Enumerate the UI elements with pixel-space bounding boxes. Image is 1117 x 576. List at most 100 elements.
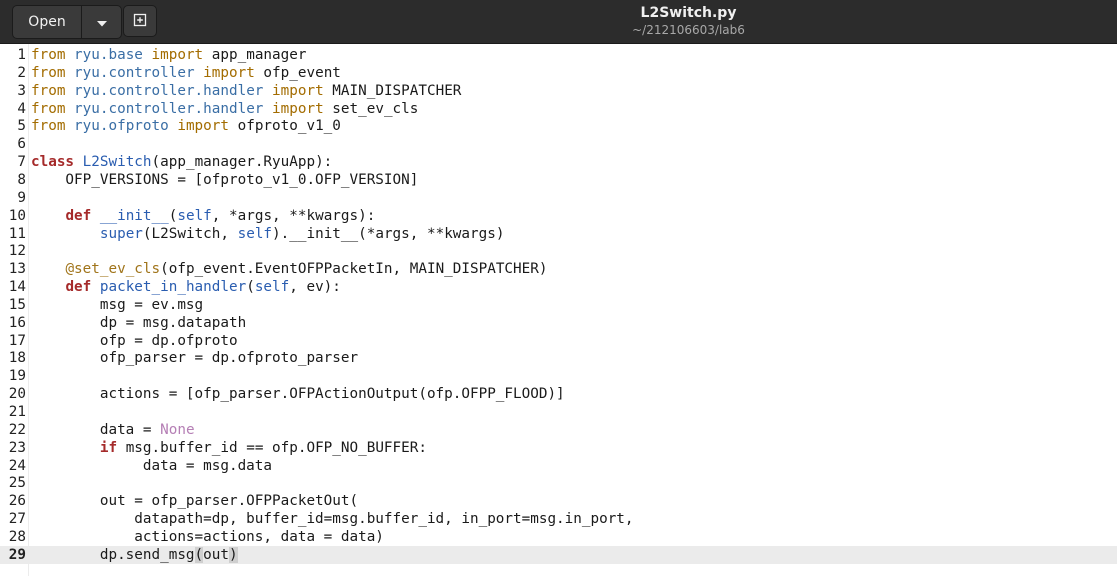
code-line[interactable]: 11 super(L2Switch, self).__init__(*args,…: [0, 225, 1117, 243]
code-line[interactable]: 5 from ryu.ofproto import ofproto_v1_0: [0, 117, 1117, 135]
code-line[interactable]: 10 def __init__(self, *args, **kwargs):: [0, 207, 1117, 225]
code-token: ryu.controller: [65, 64, 204, 81]
code-line[interactable]: 12: [0, 242, 1117, 260]
line-code: datapath=dp, buffer_id=msg.buffer_id, in…: [31, 510, 634, 528]
line-number: 17: [8, 332, 26, 349]
line-number: 22: [8, 421, 26, 438]
line-number: 4: [17, 100, 26, 117]
code-token: data = msg.data: [31, 457, 273, 474]
code-token: import: [177, 118, 229, 135]
code-line[interactable]: 26 out = ofp_parser.OFPPacketOut(: [0, 492, 1117, 510]
code-token: msg = ev.msg: [31, 296, 204, 313]
code-line[interactable]: 17 ofp = dp.ofproto: [0, 332, 1117, 350]
document-title: L2Switch.py: [640, 5, 737, 21]
code-line[interactable]: 1 from ryu.base import app_manager: [0, 46, 1117, 64]
code-line[interactable]: 28 actions=actions, data = data): [0, 528, 1117, 546]
code-token: , ev):: [289, 279, 341, 296]
code-line[interactable]: 19: [0, 367, 1117, 385]
code-token: out = ofp_parser.OFPPacketOut(: [31, 493, 359, 510]
code-token: L2Switch: [82, 154, 152, 171]
code-line[interactable]: 16 dp = msg.datapath: [0, 314, 1117, 332]
code-token: ofp = dp.ofproto: [31, 332, 238, 349]
line-code: if msg.buffer_id == ofp.OFP_NO_BUFFER:: [31, 439, 427, 457]
line-number: 20: [8, 386, 26, 403]
code-token: dp.send_msg: [31, 546, 195, 563]
line-number: 26: [8, 493, 26, 510]
code-line[interactable]: 9: [0, 189, 1117, 207]
code-token: out: [203, 546, 229, 563]
code-editor[interactable]: 1 from ryu.base import app_manager 2 from r…: [0, 44, 1117, 576]
code-token: def: [65, 207, 92, 224]
code-token: data =: [31, 421, 161, 438]
code-token: app_manager: [203, 47, 307, 63]
code-line[interactable]: 27 datapath=dp, buffer_id=msg.buffer_id,…: [0, 510, 1117, 528]
code-token: ofp_parser = dp.ofproto_parser: [31, 350, 359, 367]
code-line[interactable]: 24 data = msg.data: [0, 457, 1117, 475]
code-line[interactable]: 13 @set_ev_cls(ofp_event.EventOFPPacketI…: [0, 260, 1117, 278]
code-line[interactable]: 20 actions = [ofp_parser.OFPActionOutput…: [0, 385, 1117, 403]
line-code: data = msg.data: [31, 457, 272, 475]
line-number: 16: [8, 314, 26, 331]
code-line[interactable]: 7 class L2Switch(app_manager.RyuApp):: [0, 153, 1117, 171]
code-token: from: [31, 82, 66, 99]
code-token: self: [177, 207, 212, 224]
code-line[interactable]: 2 from ryu.controller import ofp_event: [0, 64, 1117, 82]
line-number: 23: [8, 439, 26, 456]
line-code: from ryu.ofproto import ofproto_v1_0: [31, 117, 341, 135]
line-code: actions=actions, data = data): [31, 528, 384, 546]
code-token: , *args, **kwargs):: [211, 207, 376, 224]
code-line[interactable]: 25: [0, 474, 1117, 492]
code-token: dp = msg.datapath: [31, 314, 247, 331]
document-path: ~/212106603/lab6: [632, 23, 745, 37]
code-token: ryu.controller.handler: [65, 82, 273, 99]
code-token: (app_manager.RyuApp):: [151, 154, 333, 171]
code-line[interactable]: 22 data = None: [0, 421, 1117, 439]
code-line[interactable]: 23 if msg.buffer_id == ofp.OFP_NO_BUFFER…: [0, 439, 1117, 457]
line-number: 1: [17, 47, 26, 63]
line-code: OFP_VERSIONS = [ofproto_v1_0.OFP_VERSION…: [31, 171, 418, 189]
line-number: 8: [17, 171, 26, 188]
line-code: actions = [ofp_parser.OFPActionOutput(of…: [31, 385, 565, 403]
line-code: def __init__(self, *args, **kwargs):: [31, 207, 375, 225]
code-token: import: [272, 100, 324, 117]
code-line[interactable]: 14 def packet_in_handler(self, ev):: [0, 278, 1117, 296]
code-token: MAIN_DISPATCHER: [323, 82, 462, 99]
line-code: def packet_in_handler(self, ev):: [31, 278, 341, 296]
code-token: ryu.ofproto: [65, 118, 178, 135]
line-number: 6: [17, 136, 26, 153]
code-line[interactable]: 15 msg = ev.msg: [0, 296, 1117, 314]
line-number: 9: [17, 189, 26, 206]
code-token: ryu.base: [65, 47, 152, 63]
code-line[interactable]: 18 ofp_parser = dp.ofproto_parser: [0, 349, 1117, 367]
code-line[interactable]: 4 from ryu.controller.handler import set_…: [0, 100, 1117, 118]
code-token: msg.buffer_id == ofp.OFP_NO_BUFFER:: [117, 439, 427, 456]
code-line[interactable]: 21: [0, 403, 1117, 421]
line-code: class L2Switch(app_manager.RyuApp):: [31, 153, 332, 171]
code-token: datapath=dp, buffer_id=msg.buffer_id, in…: [31, 511, 634, 528]
line-code: out = ofp_parser.OFPPacketOut(: [31, 492, 358, 510]
code-line[interactable]: 3 from ryu.controller.handler import MAIN…: [0, 82, 1117, 100]
code-token: super: [99, 225, 143, 242]
code-line[interactable]: 29 dp.send_msg(out): [0, 545, 1117, 564]
code-token: import: [151, 47, 204, 63]
code-token: if: [99, 439, 118, 456]
line-number: 18: [8, 350, 26, 367]
code-token: import: [272, 82, 324, 99]
code-token: from: [31, 47, 66, 63]
line-code: from ryu.controller import ofp_event: [31, 64, 341, 82]
code-token: (ofp_event.EventOFPPacketIn, MAIN_DISPAT…: [160, 261, 548, 278]
line-number: 29: [8, 546, 26, 563]
code-line[interactable]: 8 OFP_VERSIONS = [ofproto_v1_0.OFP_VERSI…: [0, 171, 1117, 189]
code-token: packet_in_handler: [99, 279, 247, 296]
code-token: actions=actions, data = data): [31, 528, 384, 545]
code-line[interactable]: 6: [0, 135, 1117, 153]
line-number: 14: [8, 279, 26, 296]
code-token: from: [31, 64, 66, 81]
code-token: OFP_VERSIONS = [ofproto_v1_0.OFP_VERSION…: [31, 171, 419, 188]
line-number: 7: [17, 154, 26, 171]
